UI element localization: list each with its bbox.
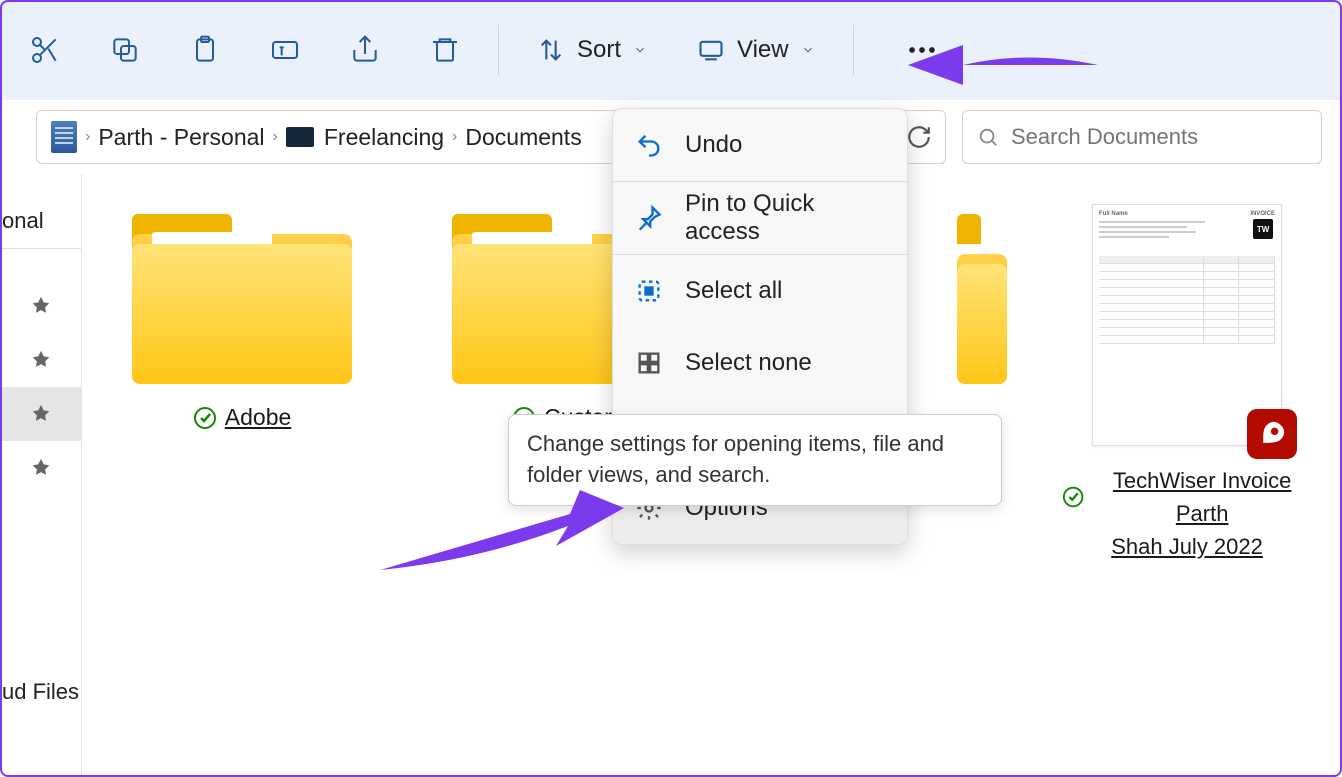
sidebar-pinned-item[interactable] — [0, 387, 81, 441]
breadcrumb-segment[interactable]: Documents — [465, 124, 581, 151]
menu-undo[interactable]: Undo — [613, 109, 907, 181]
options-tooltip: Change settings for opening items, file … — [508, 414, 1002, 506]
item-label: TechWiser Invoice Parth Shah July 2022 — [1062, 464, 1312, 563]
nav-sidebar: onal ud Files — [0, 174, 82, 777]
pin-icon — [635, 204, 663, 232]
pin-icon — [30, 295, 52, 317]
refresh-icon — [906, 124, 932, 150]
view-icon — [697, 36, 725, 64]
sidebar-divider — [0, 248, 81, 249]
view-label: View — [737, 36, 789, 64]
location-type-icon — [51, 121, 77, 153]
toolbar-divider — [498, 25, 499, 75]
chevron-right-icon: › — [452, 128, 457, 146]
scissors-icon — [29, 34, 61, 66]
sort-label: Sort — [577, 36, 621, 64]
menu-select-none[interactable]: Select none — [613, 327, 907, 399]
pin-icon — [30, 457, 52, 479]
chevron-down-icon — [801, 43, 815, 57]
breadcrumb-segment[interactable]: Parth - Personal — [98, 124, 264, 151]
clipboard-icon — [189, 34, 221, 66]
tw-badge: TW — [1253, 219, 1273, 239]
sort-icon — [537, 36, 565, 64]
copy-icon — [109, 34, 141, 66]
folder-icon — [132, 204, 352, 384]
search-box[interactable] — [962, 110, 1322, 164]
pc-icon — [286, 127, 314, 147]
sidebar-pinned-item[interactable] — [0, 333, 81, 387]
sort-dropdown[interactable]: Sort — [517, 15, 667, 85]
copy-button[interactable] — [90, 15, 160, 85]
share-icon — [349, 34, 381, 66]
delete-button[interactable] — [410, 15, 480, 85]
share-button[interactable] — [330, 15, 400, 85]
view-dropdown[interactable]: View — [677, 15, 835, 85]
chevron-down-icon — [633, 43, 647, 57]
menu-pin-quick-access[interactable]: Pin to Quick access — [613, 182, 907, 254]
select-all-icon — [635, 277, 663, 305]
sidebar-item-partial[interactable]: ud Files — [0, 675, 81, 709]
rename-icon — [269, 34, 301, 66]
chevron-right-icon: › — [273, 128, 278, 146]
sync-check-icon — [193, 406, 217, 430]
sidebar-pinned-item[interactable] — [0, 441, 81, 495]
pin-icon — [30, 403, 52, 425]
folder-icon — [957, 204, 1007, 384]
sidebar-item-partial[interactable]: onal — [0, 204, 81, 238]
paste-button[interactable] — [170, 15, 240, 85]
rename-button[interactable] — [250, 15, 320, 85]
item-label: Adobe — [193, 404, 292, 431]
chevron-right-icon: › — [85, 128, 90, 146]
file-item-pdf[interactable]: Full NameINVOICE TW — [1062, 204, 1312, 563]
undo-icon — [635, 131, 663, 159]
sync-check-icon — [1062, 485, 1084, 509]
search-input[interactable] — [1011, 124, 1307, 150]
cut-button[interactable] — [10, 15, 80, 85]
trash-icon — [429, 34, 461, 66]
ellipsis-icon — [905, 33, 939, 67]
select-none-icon — [635, 349, 663, 377]
command-bar: Sort View — [0, 0, 1342, 100]
toolbar-divider — [853, 25, 854, 75]
breadcrumb-segment[interactable]: Freelancing — [286, 124, 444, 151]
more-button[interactable] — [892, 20, 952, 80]
pin-icon — [30, 349, 52, 371]
pdf-thumbnail: Full NameINVOICE TW — [1092, 204, 1282, 446]
sidebar-pinned-item[interactable] — [0, 279, 81, 333]
folder-item[interactable]: Adobe — [102, 204, 382, 431]
menu-select-all[interactable]: Select all — [613, 255, 907, 327]
search-icon — [977, 126, 999, 148]
pdf-icon — [1247, 409, 1297, 459]
